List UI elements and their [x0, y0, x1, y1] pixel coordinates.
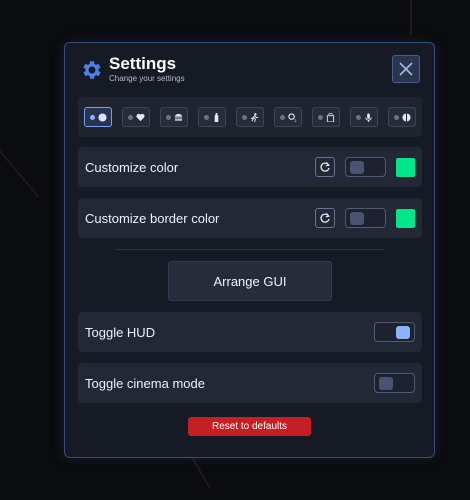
tab-thirst[interactable] — [198, 107, 226, 127]
background-line — [410, 0, 412, 35]
background-line — [0, 150, 40, 198]
settings-panel: Settings Change your settings 2 Customiz… — [64, 42, 435, 458]
customize-color-row: Customize color — [78, 147, 422, 187]
tab-voice[interactable] — [350, 107, 378, 127]
tab-oxygen[interactable]: 2 — [274, 107, 302, 127]
tab-dot — [279, 114, 285, 120]
tab-inventory[interactable] — [312, 107, 340, 127]
tab-health[interactable] — [122, 107, 150, 127]
tab-dot — [355, 114, 361, 120]
tab-dot — [393, 114, 399, 120]
arrange-gui-button[interactable]: Arrange GUI — [168, 261, 332, 301]
heart-icon — [135, 113, 145, 121]
tab-dot — [317, 114, 323, 120]
toggle-cinema-row: Toggle cinema mode — [78, 363, 422, 403]
toggle-cinema-switch[interactable] — [374, 373, 415, 393]
running-icon — [250, 112, 258, 122]
backpack-icon — [326, 112, 334, 122]
page-subtitle: Change your settings — [109, 74, 185, 83]
oxygen-icon: 2 — [287, 112, 296, 122]
reset-color-button[interactable] — [315, 157, 335, 177]
divider — [115, 249, 385, 250]
gear-icon — [83, 60, 101, 79]
refresh-icon — [320, 162, 330, 172]
color-swatch[interactable] — [396, 157, 415, 177]
toggle-knob — [350, 212, 364, 225]
customize-border-color-toggle[interactable] — [345, 208, 386, 228]
toggle-hud-label: Toggle HUD — [85, 324, 156, 340]
customize-border-color-label: Customize border color — [85, 210, 220, 226]
tab-dot — [165, 114, 171, 120]
tab-dot — [127, 114, 133, 120]
tab-toggles[interactable] — [84, 107, 112, 127]
close-icon — [399, 62, 413, 76]
toggle-cinema-label: Toggle cinema mode — [85, 375, 205, 391]
half-circle-icon — [401, 112, 411, 122]
tab-dot — [203, 114, 209, 120]
tab-dot — [241, 114, 247, 120]
tab-dot — [89, 114, 95, 120]
tab-misc[interactable] — [388, 107, 416, 127]
toggle-knob — [396, 326, 410, 339]
toggle-hud-row: Toggle HUD — [78, 312, 422, 352]
toggle-icon — [97, 112, 107, 122]
toggle-knob — [350, 161, 364, 174]
customize-color-toggle[interactable] — [345, 157, 386, 177]
refresh-icon — [320, 213, 330, 223]
background-line — [189, 453, 211, 489]
toggle-knob — [379, 377, 393, 390]
burger-icon — [174, 113, 182, 121]
svg-text:2: 2 — [294, 119, 296, 122]
tab-stamina[interactable] — [236, 107, 264, 127]
customize-border-color-row: Customize border color — [78, 198, 422, 238]
reset-border-color-button[interactable] — [315, 208, 335, 228]
panel-header: Settings Change your settings — [79, 55, 185, 84]
tab-hunger[interactable] — [160, 107, 188, 127]
close-button[interactable] — [392, 55, 420, 83]
category-tabs: 2 — [78, 97, 422, 137]
microphone-icon — [364, 112, 372, 122]
page-title: Settings — [109, 54, 177, 73]
customize-color-label: Customize color — [85, 159, 179, 175]
toggle-hud-switch[interactable] — [374, 322, 415, 342]
reset-defaults-button[interactable]: Reset to defaults — [188, 417, 311, 436]
border-color-swatch[interactable] — [396, 208, 415, 228]
bottle-icon — [214, 112, 218, 122]
